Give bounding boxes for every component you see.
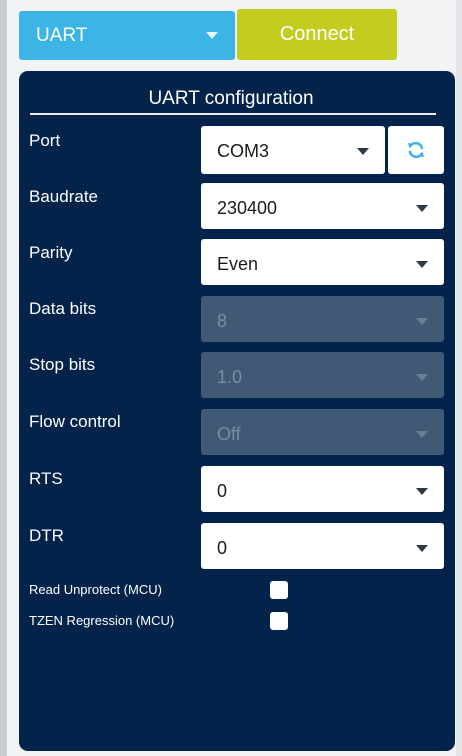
chevron-down-icon — [206, 32, 218, 39]
stop-bits-label: Stop bits — [29, 355, 96, 374]
stop-bits-select-value: 1.0 — [217, 367, 243, 387]
rts-select-value: 0 — [217, 481, 228, 501]
data-bits-label: Data bits — [29, 299, 97, 318]
interface-select[interactable]: UART — [19, 11, 235, 60]
flow-control-select: Off — [201, 409, 444, 455]
chevron-down-icon — [416, 261, 428, 268]
refresh-ports-button[interactable] — [388, 126, 444, 174]
tzen-regression-checkbox[interactable] — [270, 612, 288, 630]
refresh-icon — [408, 141, 424, 159]
data-bits-select-value: 8 — [217, 311, 228, 331]
chevron-down-icon — [416, 205, 428, 212]
port-select[interactable]: COM3 — [201, 126, 385, 174]
parity-select-value: Even — [217, 254, 259, 274]
parity-label: Parity — [29, 243, 73, 262]
interface-select-value: UART — [36, 25, 88, 46]
parity-select[interactable]: Even — [201, 239, 444, 285]
chevron-down-icon — [416, 488, 428, 495]
read-unprotect-checkbox[interactable] — [270, 581, 288, 599]
chevron-down-icon — [416, 431, 428, 438]
data-bits-select: 8 — [201, 296, 444, 342]
port-select-value: COM3 — [217, 141, 270, 161]
stop-bits-select: 1.0 — [201, 352, 444, 398]
rts-select[interactable]: 0 — [201, 466, 444, 512]
chevron-down-icon — [416, 545, 428, 552]
flow-control-label: Flow control — [29, 412, 121, 431]
scrollbar[interactable] — [456, 0, 462, 756]
port-label: Port — [29, 131, 61, 150]
connect-button[interactable]: Connect — [237, 9, 397, 60]
baudrate-select-value: 230400 — [217, 198, 278, 218]
chevron-down-icon — [416, 318, 428, 325]
flow-control-select-value: Off — [217, 424, 241, 444]
dtr-label: DTR — [29, 526, 64, 545]
window-left-edge — [0, 0, 7, 756]
title-divider — [30, 113, 436, 115]
baudrate-label: Baudrate — [29, 187, 98, 206]
dtr-select-value: 0 — [217, 538, 228, 558]
chevron-down-icon — [416, 374, 428, 381]
panel-title: UART configuration — [148, 88, 314, 109]
rts-label: RTS — [29, 469, 63, 488]
dtr-select[interactable]: 0 — [201, 523, 444, 569]
read-unprotect-label: Read Unprotect (MCU) — [29, 582, 162, 597]
chevron-down-icon — [357, 148, 369, 155]
tzen-regression-label: TZEN Regression (MCU) — [29, 613, 175, 628]
baudrate-select[interactable]: 230400 — [201, 183, 444, 229]
